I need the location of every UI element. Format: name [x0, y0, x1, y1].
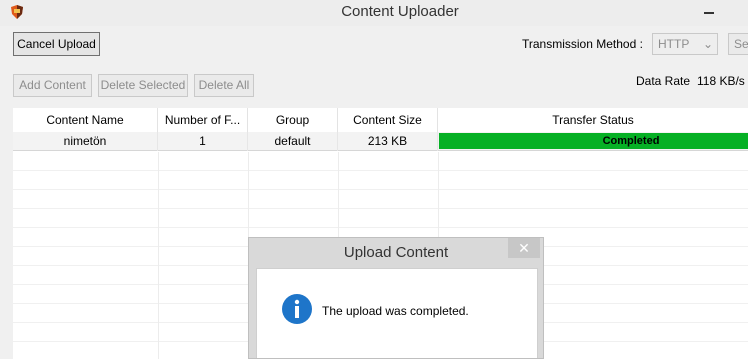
cell-content-name: nimetön: [13, 132, 158, 151]
grid-line: [248, 171, 249, 190]
grid-line: [158, 190, 159, 209]
info-icon: [282, 294, 312, 324]
transfer-status-text: Completed: [602, 135, 660, 147]
cancel-upload-button[interactable]: Cancel Upload: [13, 32, 100, 56]
grid-line: [158, 266, 159, 285]
column-header-content-name[interactable]: Content Name: [13, 108, 158, 132]
empty-table-row: [13, 209, 748, 228]
window-title: Content Uploader: [341, 3, 459, 20]
grid-line: [248, 152, 249, 171]
add-content-button[interactable]: Add Content: [13, 74, 92, 97]
grid-line: [438, 209, 439, 228]
title-bar: Content Uploader: [0, 0, 748, 26]
table-header: Content Name Number of F... Group Conten…: [13, 108, 748, 132]
transmission-method-value: HTTP: [658, 37, 690, 51]
empty-table-row: [13, 152, 748, 171]
grid-line: [338, 190, 339, 209]
dialog-message: The upload was completed.: [322, 304, 469, 318]
delete-all-button[interactable]: Delete All: [194, 74, 254, 97]
delete-selected-button[interactable]: Delete Selected: [98, 74, 188, 97]
data-rate-value: 118 KB/s: [697, 74, 745, 88]
grid-line: [158, 285, 159, 304]
grid-line: [158, 228, 159, 247]
grid-line: [438, 190, 439, 209]
settings-button[interactable]: Set: [728, 33, 748, 55]
transmission-method-label: Transmission Method :: [522, 37, 643, 51]
cell-number-of-files: 1: [158, 132, 248, 151]
grid-line: [438, 152, 439, 171]
chevron-down-icon: ⌄: [702, 37, 713, 51]
empty-table-row: [13, 171, 748, 190]
minimize-button[interactable]: [700, 1, 720, 21]
transmission-method-select[interactable]: HTTP ⌄: [652, 33, 718, 55]
column-header-group[interactable]: Group: [248, 108, 338, 132]
column-header-number-of-files[interactable]: Number of F...: [158, 108, 248, 132]
upload-content-dialog: Upload Content ✕ The upload was complete…: [248, 237, 544, 359]
grid-line: [158, 152, 159, 171]
grid-line: [438, 171, 439, 190]
transfer-progress-bar: Completed: [439, 133, 748, 149]
table-row[interactable]: nimetön 1 default 213 KB Completed: [13, 132, 748, 151]
grid-line: [158, 342, 159, 359]
grid-line: [338, 152, 339, 171]
empty-table-row: [13, 190, 748, 209]
close-icon: ✕: [518, 240, 530, 256]
cell-content-size: 213 KB: [338, 132, 438, 151]
data-rate-label: Data Rate: [636, 74, 691, 88]
grid-line: [338, 171, 339, 190]
grid-line: [158, 171, 159, 190]
grid-line: [158, 247, 159, 266]
grid-line: [158, 209, 159, 228]
grid-line: [248, 209, 249, 228]
dialog-close-button[interactable]: ✕: [508, 238, 540, 258]
column-header-transfer-status[interactable]: Transfer Status: [438, 108, 748, 132]
cell-group: default: [248, 132, 338, 151]
grid-line: [158, 304, 159, 323]
grid-line: [158, 323, 159, 342]
dialog-title: Upload Content: [343, 244, 449, 261]
grid-line: [248, 190, 249, 209]
grid-line: [338, 209, 339, 228]
column-header-content-size[interactable]: Content Size: [338, 108, 438, 132]
dialog-body: The upload was completed.: [256, 268, 538, 358]
